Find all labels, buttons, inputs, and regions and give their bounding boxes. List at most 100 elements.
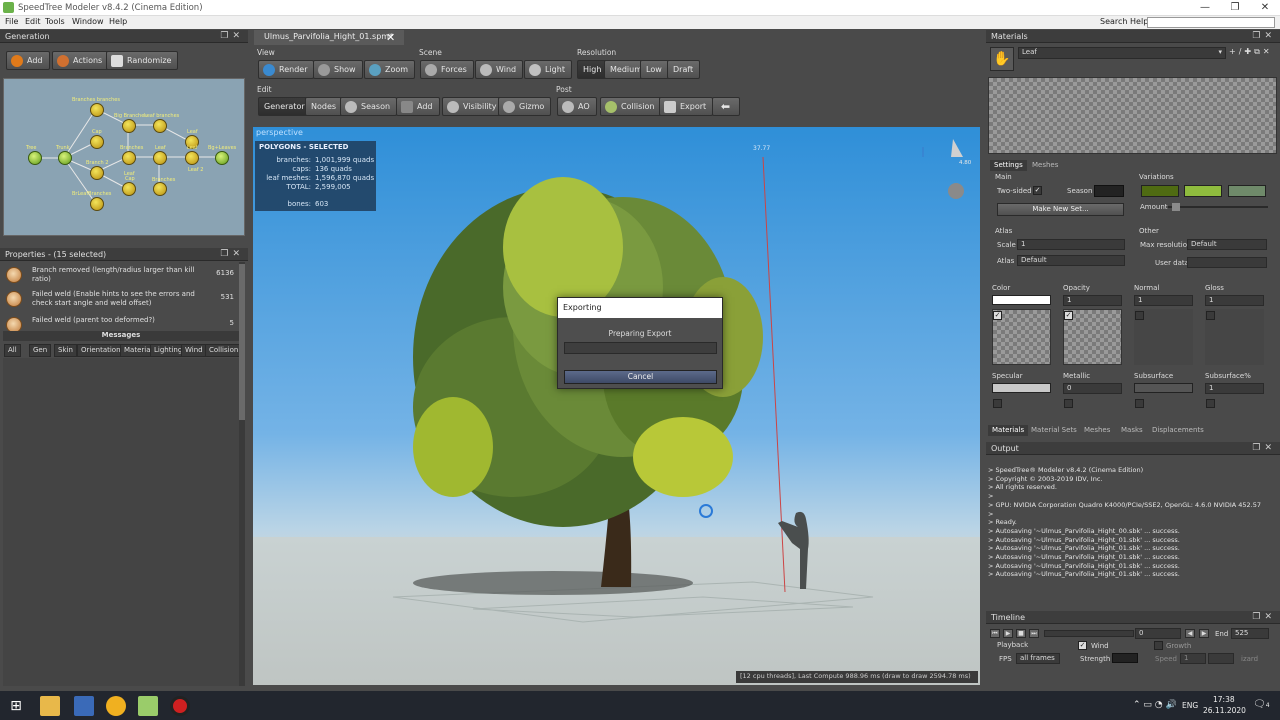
amount-slider[interactable] xyxy=(1168,203,1268,211)
msg-tab-skin[interactable]: Skin xyxy=(54,344,77,357)
add-edit-button[interactable]: Add xyxy=(396,97,440,116)
msg-tab-orientation[interactable]: Orientation xyxy=(77,344,125,357)
light-button[interactable]: Light xyxy=(524,60,572,79)
material-toolbar-icons[interactable]: +/✚⧉✕ xyxy=(1229,47,1277,59)
menu-edit[interactable]: Edit xyxy=(25,17,41,26)
clock-date[interactable]: 26.11.2020 xyxy=(1203,706,1246,715)
collision-button[interactable]: Collision xyxy=(600,97,662,116)
prev-frame-icon[interactable]: ◀ xyxy=(1185,629,1195,638)
tab-meshes-bottom[interactable]: Meshes xyxy=(1080,425,1114,436)
end-input[interactable]: 525 xyxy=(1231,628,1269,639)
actions-button[interactable]: Actions xyxy=(52,51,110,70)
metallic-map-checkbox[interactable] xyxy=(1064,399,1073,408)
graph-node[interactable] xyxy=(90,197,104,211)
store-icon[interactable] xyxy=(74,696,94,716)
ao-button[interactable]: AO xyxy=(557,97,597,116)
timeline-scrubber[interactable] xyxy=(1044,630,1134,637)
normal-map-checkbox[interactable] xyxy=(1135,311,1144,320)
specular-map-checkbox[interactable] xyxy=(993,399,1002,408)
wind-checkbox[interactable]: ✓ xyxy=(1078,641,1087,650)
warning-row[interactable]: Failed weld (Enable hints to see the err… xyxy=(4,288,236,312)
show-button[interactable]: Show xyxy=(313,60,363,79)
add-button[interactable]: Add xyxy=(6,51,50,70)
browser-icon[interactable] xyxy=(106,696,126,716)
stop-icon[interactable]: ■ xyxy=(1016,629,1026,638)
subsurface-swatch[interactable] xyxy=(1134,383,1193,393)
graph-node-tree[interactable] xyxy=(28,151,42,165)
menu-tools[interactable]: Tools xyxy=(45,17,65,26)
3d-viewport[interactable]: perspective 37.77 4.80 POLYGONS - SELECT… xyxy=(253,127,980,685)
export-button[interactable]: Export xyxy=(659,97,714,116)
tab-displacements[interactable]: Displacements xyxy=(1148,425,1208,436)
menu-file[interactable]: File xyxy=(5,17,18,26)
metallic-input[interactable]: 0 xyxy=(1063,383,1122,394)
subsurface-percent-map-checkbox[interactable] xyxy=(1206,399,1215,408)
resolution-low-button[interactable]: Low xyxy=(640,60,669,79)
atlas-select[interactable]: Default xyxy=(1017,255,1125,266)
wind-button[interactable]: Wind xyxy=(475,60,524,79)
normal-input[interactable]: 1 xyxy=(1134,295,1193,306)
windows-start-icon[interactable]: ⊞ xyxy=(6,696,26,716)
season-button[interactable]: Season xyxy=(340,97,398,116)
close-tab-icon[interactable]: ✕ xyxy=(386,31,395,44)
subsurface-percent-input[interactable]: 1 xyxy=(1205,383,1264,394)
tab-masks[interactable]: Masks xyxy=(1117,425,1147,436)
user-data-input[interactable] xyxy=(1187,257,1267,268)
variation-swatch-2[interactable] xyxy=(1184,185,1222,197)
file-explorer-icon[interactable] xyxy=(40,696,60,716)
color-map-checkbox[interactable]: ✓ xyxy=(993,311,1002,320)
zoom-button[interactable]: Zoom xyxy=(364,60,416,79)
back-arrow-button[interactable]: ⬅ xyxy=(712,97,740,116)
tab-settings[interactable]: Settings xyxy=(990,160,1027,171)
hand-icon[interactable]: ✋ xyxy=(990,47,1014,71)
color-swatch[interactable] xyxy=(992,295,1051,305)
skip-end-icon[interactable]: ⏭ xyxy=(1029,629,1039,638)
document-tab[interactable]: Ulmus_Parvifolia_Hight_01.spm* xyxy=(254,30,404,45)
close-button[interactable]: ✕ xyxy=(1250,1,1280,15)
tab-materials[interactable]: Materials xyxy=(988,425,1029,436)
graph-node[interactable] xyxy=(122,182,136,196)
msg-tab-wind[interactable]: Wind xyxy=(181,344,207,357)
search-help-input[interactable] xyxy=(1147,17,1275,28)
graph-node[interactable] xyxy=(153,119,167,133)
next-frame-icon[interactable]: ▶ xyxy=(1199,629,1209,638)
graph-node-trunk[interactable] xyxy=(58,151,72,165)
minimize-button[interactable]: — xyxy=(1190,1,1220,15)
visibility-button[interactable]: Visibility xyxy=(442,97,504,116)
notification-icon[interactable]: 🗨4 xyxy=(1253,699,1270,710)
graph-node[interactable] xyxy=(90,103,104,117)
material-select[interactable]: Leaf ▾ xyxy=(1018,47,1226,59)
max-resolution-select[interactable]: Default xyxy=(1187,239,1267,250)
graph-node[interactable] xyxy=(90,166,104,180)
tab-meshes[interactable]: Meshes xyxy=(1028,160,1062,171)
menu-window[interactable]: Window xyxy=(72,17,104,26)
graph-node[interactable] xyxy=(185,151,199,165)
msg-tab-all[interactable]: All xyxy=(4,344,21,357)
variation-swatch-1[interactable] xyxy=(1141,185,1179,197)
tray-icons[interactable]: ⌃ ▭ ◔ 🔊 xyxy=(1133,700,1177,710)
scale-input[interactable]: 1 xyxy=(1017,239,1125,250)
graph-node[interactable] xyxy=(153,182,167,196)
nodes-button[interactable]: Nodes xyxy=(305,97,344,116)
msg-tab-collision[interactable]: Collision xyxy=(205,344,243,357)
play-icon[interactable]: ▶ xyxy=(1003,629,1013,638)
graph-node[interactable] xyxy=(122,119,136,133)
subsurface-map-checkbox[interactable] xyxy=(1135,399,1144,408)
cancel-export-button[interactable]: Cancel xyxy=(564,370,717,384)
menu-help[interactable]: Help xyxy=(109,17,127,26)
gloss-input[interactable]: 1 xyxy=(1205,295,1264,306)
graph-node-leaves[interactable] xyxy=(215,151,229,165)
speed-input[interactable]: 1 xyxy=(1180,653,1206,664)
generator-graph[interactable]: Tree Trunk Branches branches Cap Big Bra… xyxy=(3,78,245,236)
specular-swatch[interactable] xyxy=(992,383,1051,393)
language-indicator[interactable]: ENG xyxy=(1182,701,1198,710)
variation-swatch-3[interactable] xyxy=(1228,185,1266,197)
graph-node[interactable] xyxy=(90,135,104,149)
opacity-map-checkbox[interactable]: ✓ xyxy=(1064,311,1073,320)
clock-time[interactable]: 17:38 xyxy=(1213,695,1235,704)
season-swatch[interactable] xyxy=(1094,185,1124,197)
warning-row[interactable]: Branch removed (length/radius larger tha… xyxy=(4,264,236,288)
recorder-icon[interactable] xyxy=(170,696,190,716)
tab-material-sets[interactable]: Material Sets xyxy=(1027,425,1081,436)
render-button[interactable]: Render xyxy=(258,60,315,79)
